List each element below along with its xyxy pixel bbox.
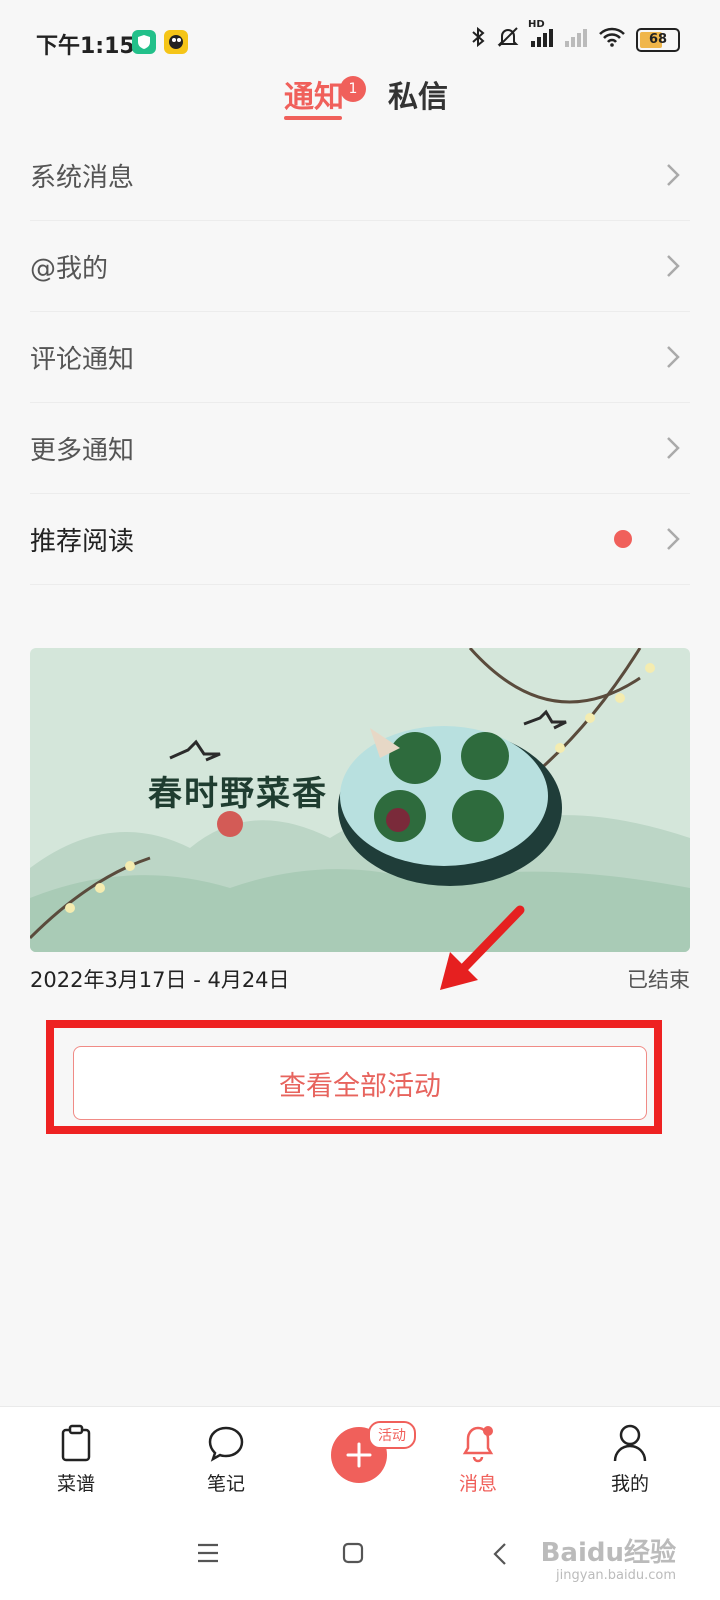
tab-private-messages[interactable]: 私信: [388, 72, 448, 116]
banner-title: 春时野菜香: [148, 774, 328, 814]
unread-dot: [614, 530, 632, 548]
event-dates: 2022年3月17日 - 4月24日: [30, 968, 290, 992]
nav-label: 笔记: [206, 1473, 245, 1495]
watermark-brand: Baidu经验: [540, 1538, 676, 1568]
home-icon[interactable]: [342, 1542, 364, 1568]
nav-label: 消息: [458, 1473, 497, 1495]
list-item-mentions[interactable]: @我的: [30, 221, 690, 312]
event-status: 已结束: [627, 968, 690, 992]
event-banner[interactable]: 春时野菜香: [30, 648, 690, 952]
banner-illustration: [30, 648, 690, 952]
chevron-right-icon: [656, 522, 690, 556]
plus-icon: [346, 1442, 372, 1468]
nav-label: 我的: [610, 1473, 649, 1495]
nav-item-me[interactable]: 我的: [590, 1421, 670, 1496]
list-item-label: 评论通知: [30, 344, 135, 375]
nav-item-messages[interactable]: 消息: [438, 1421, 518, 1496]
chevron-right-icon: [656, 340, 690, 374]
chevron-right-icon: [656, 249, 690, 283]
nav-item-recipes[interactable]: 菜谱: [36, 1421, 116, 1496]
active-tab-indicator: [284, 116, 342, 120]
list-item-comments[interactable]: 评论通知: [30, 312, 690, 403]
back-icon[interactable]: [492, 1542, 508, 1570]
chevron-right-icon: [656, 158, 690, 192]
shield-app-icon: [132, 30, 156, 54]
red-arrow-annotation: [440, 905, 525, 990]
list-item-label: @我的: [30, 253, 109, 284]
status-time: 下午1:15: [36, 34, 135, 59]
notification-badge: 1: [340, 76, 366, 102]
list-item-label: 更多通知: [30, 435, 135, 466]
list-item-label: 系统消息: [30, 162, 135, 193]
activity-tag: 活动: [368, 1421, 416, 1449]
chat-bubble-icon: [186, 1421, 266, 1465]
bottom-nav: 菜谱 笔记 活动 消息 我的: [0, 1406, 720, 1514]
watermark-url: jingyan.baidu.com: [556, 1568, 676, 1583]
signal-icon: HD: [528, 19, 554, 52]
wifi-icon: [598, 27, 626, 52]
view-all-activities-button[interactable]: 查看全部活动: [73, 1046, 647, 1120]
nav-label: 菜谱: [56, 1473, 95, 1495]
chevron-right-icon: [656, 431, 690, 465]
battery-level: 68: [648, 32, 668, 47]
bluetooth-icon: [470, 26, 486, 53]
mute-bell-icon: [496, 26, 520, 53]
bell-icon: [438, 1421, 518, 1465]
bird-app-icon: [164, 30, 188, 54]
list-item-more-notifications[interactable]: 更多通知: [30, 403, 690, 494]
status-indicators: HD 68: [470, 19, 680, 53]
clipboard-icon: [36, 1421, 116, 1465]
battery-indicator: 68: [636, 27, 680, 52]
list-item-recommended-reading[interactable]: 推荐阅读: [30, 494, 690, 585]
list-item-label: 推荐阅读: [30, 526, 135, 557]
signal-weak-icon: [564, 27, 588, 52]
tab-notifications[interactable]: 通知: [284, 72, 344, 116]
notification-list: 系统消息 @我的 评论通知 更多通知 推荐阅读: [30, 130, 690, 585]
list-item-system-messages[interactable]: 系统消息: [30, 130, 690, 221]
network-type-label: HD: [528, 19, 545, 30]
menu-icon[interactable]: [196, 1542, 220, 1568]
nav-item-notes[interactable]: 笔记: [186, 1421, 266, 1496]
person-icon: [590, 1421, 670, 1465]
